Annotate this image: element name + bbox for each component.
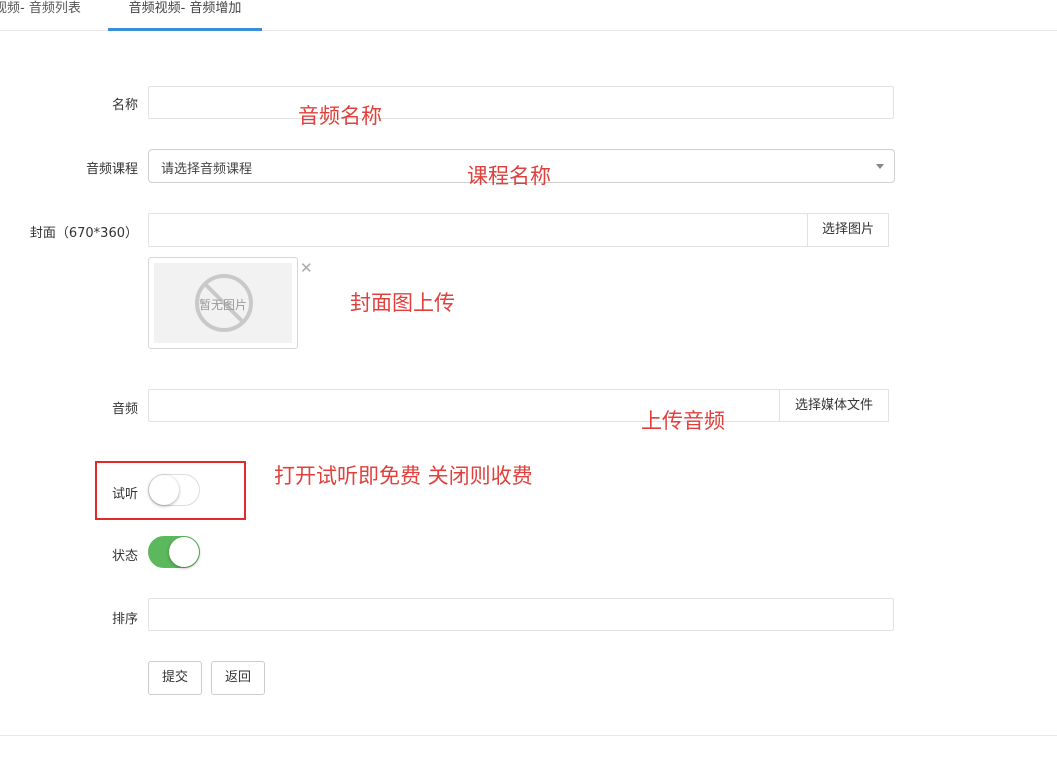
close-icon[interactable]: ✕: [300, 261, 313, 276]
no-image-text: 暂无图片: [198, 298, 247, 312]
sort-input[interactable]: [148, 598, 894, 631]
annotation-name: 音频名称: [298, 104, 382, 128]
annotation-trial: 打开试听即免费 关闭则收费: [274, 464, 533, 488]
cover-input[interactable]: [148, 213, 808, 247]
status-switch[interactable]: [148, 536, 200, 568]
course-label: 音频课程: [85, 162, 138, 177]
tab-audio-add[interactable]: 音频视频- 音频增加: [108, 0, 262, 31]
audio-label: 音频: [111, 402, 138, 417]
annotation-cover: 封面图上传: [350, 291, 455, 315]
chevron-down-icon: [876, 164, 884, 169]
trial-switch[interactable]: [148, 474, 200, 506]
name-input[interactable]: [148, 86, 894, 119]
select-image-button[interactable]: 选择图片: [807, 213, 889, 247]
cover-thumbnail: 暂无图片: [148, 257, 298, 349]
tab-bar: 视频- 音频列表 音频视频- 音频增加: [0, 0, 1057, 31]
tab-audio-list[interactable]: 视频- 音频列表: [0, 0, 81, 30]
status-switch-knob: [169, 537, 199, 567]
course-select-value: 请选择音频课程: [161, 162, 253, 177]
submit-button[interactable]: 提交: [148, 661, 202, 695]
trial-label: 试听: [111, 487, 138, 502]
cover-label: 封面（670*360）: [29, 226, 138, 241]
annotation-audio: 上传音频: [641, 409, 725, 433]
trial-switch-knob: [149, 475, 179, 505]
bottom-divider: [0, 735, 1057, 736]
status-label: 状态: [111, 549, 138, 564]
annotation-course: 课程名称: [467, 164, 551, 188]
select-media-button[interactable]: 选择媒体文件: [779, 389, 889, 422]
sort-label: 排序: [111, 612, 138, 627]
back-button[interactable]: 返回: [211, 661, 265, 695]
name-label: 名称: [111, 98, 138, 113]
